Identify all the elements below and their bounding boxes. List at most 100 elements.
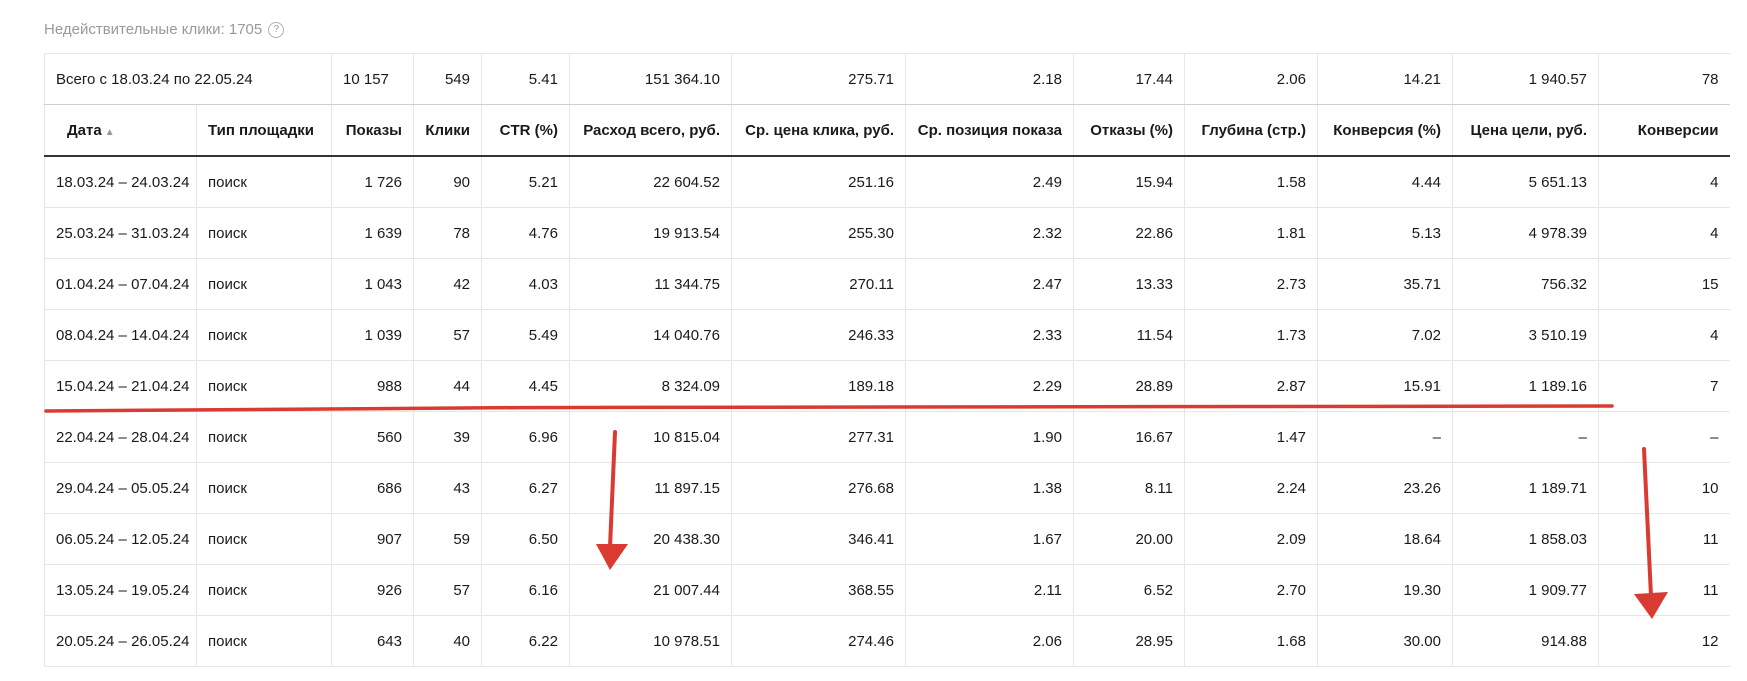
column-header[interactable]: CTR (%) [481,104,570,157]
question-circle-icon[interactable]: ? [268,21,285,38]
table-cell: 5.21 [481,156,570,208]
column-header-label: Ср. позиция показа [917,121,1062,139]
table-cell: 1 909.77 [1452,564,1599,616]
table-cell: 5.49 [481,309,570,361]
table-cell: 1 858.03 [1452,513,1599,565]
table-header: Дата ▲ Тип площадки Показы Клики CTR (%) Расхо… [44,104,1730,157]
column-header[interactable]: Клики [413,104,482,157]
total-value: 549 [413,53,482,105]
column-header[interactable]: Конверсия (%) [1317,104,1453,157]
statistics-table: Всего с 18.03.24 по 22.05.24 10 157 549 5.… [44,53,1730,667]
table-row: 15.04.24 – 21.04.24 поиск 988 44 4.45 8 324.0… [44,360,1730,412]
table-cell: поиск [196,564,332,616]
table-cell: 1.58 [1184,156,1318,208]
table-cell: 4.44 [1317,156,1453,208]
table-cell: 988 [331,360,414,412]
table-cell: 13.05.24 – 19.05.24 [44,564,197,616]
table-cell: 255.30 [731,207,906,259]
table-cell: 277.31 [731,411,906,463]
table-cell: 90 [413,156,482,208]
table-cell: 16.67 [1073,411,1185,463]
column-header[interactable]: Дата ▲ [44,104,197,157]
table-cell: поиск [196,156,332,208]
table-cell: 189.18 [731,360,906,412]
table-cell: 4 [1598,207,1730,259]
table-row: 13.05.24 – 19.05.24 поиск 926 57 6.16 21 007.… [44,564,1730,616]
table-cell: 78 [413,207,482,259]
table-cell: 18.64 [1317,513,1453,565]
table-cell: 5.13 [1317,207,1453,259]
column-header[interactable]: Цена цели, руб. [1452,104,1599,157]
sort-ascending-icon[interactable]: ▲ [105,127,115,138]
table-cell: 59 [413,513,482,565]
table-cell: 11 344.75 [569,258,732,310]
table-cell: 15.91 [1317,360,1453,412]
table-cell: 1.38 [905,462,1074,514]
column-header[interactable]: Глубина (стр.) [1184,104,1318,157]
table-cell: 3 510.19 [1452,309,1599,361]
table-cell: 42 [413,258,482,310]
table-cell: 5 651.13 [1452,156,1599,208]
table-cell: 2.24 [1184,462,1318,514]
table-cell: 57 [413,309,482,361]
column-header-label: Дата [67,121,102,139]
table-cell: поиск [196,207,332,259]
table-cell: 1.47 [1184,411,1318,463]
total-value: 78 [1598,53,1730,105]
table-cell: 22.86 [1073,207,1185,259]
table-cell: 8.11 [1073,462,1185,514]
table-cell: 1.90 [905,411,1074,463]
table-row: 08.04.24 – 14.04.24 поиск 1 039 57 5.49 14 04… [44,309,1730,361]
table-row: 01.04.24 – 07.04.24 поиск 1 043 42 4.03 11 34… [44,258,1730,310]
table-cell: 1.68 [1184,615,1318,667]
table-cell: 1 726 [331,156,414,208]
column-header-label: Показы [345,121,402,139]
column-header[interactable]: Отказы (%) [1073,104,1185,157]
invalid-clicks-label: Недействительные клики: 1705 [44,21,263,38]
column-header[interactable]: Ср. позиция показа [905,104,1074,157]
table-cell: – [1598,411,1730,463]
table-cell: 2.11 [905,564,1074,616]
column-header[interactable]: Ср. цена клика, руб. [731,104,906,157]
table-cell: 346.41 [731,513,906,565]
table-cell: 30.00 [1317,615,1453,667]
table-cell: 1.81 [1184,207,1318,259]
table-cell: 686 [331,462,414,514]
table-cell: 08.04.24 – 14.04.24 [44,309,197,361]
table-cell: 39 [413,411,482,463]
table-cell: 251.16 [731,156,906,208]
table-cell: поиск [196,258,332,310]
table-cell: 4.03 [481,258,570,310]
table-cell: 246.33 [731,309,906,361]
table-cell: 1 189.71 [1452,462,1599,514]
column-header-label: Отказы (%) [1090,121,1173,139]
table-cell: 1 039 [331,309,414,361]
table-cell: 560 [331,411,414,463]
table-cell: 907 [331,513,414,565]
table-cell: 274.46 [731,615,906,667]
table-cell: 22 604.52 [569,156,732,208]
table-cell: 10 [1598,462,1730,514]
table-cell: 43 [413,462,482,514]
table-cell: 1 043 [331,258,414,310]
table-cell: 22.04.24 – 28.04.24 [44,411,197,463]
table-cell: – [1452,411,1599,463]
table-cell: 6.52 [1073,564,1185,616]
table-cell: 11 [1598,513,1730,565]
table-cell: 2.06 [905,615,1074,667]
table-cell: 926 [331,564,414,616]
table-cell: 10 978.51 [569,615,732,667]
table-row: 18.03.24 – 24.03.24 поиск 1 726 90 5.21 22 60… [44,156,1730,208]
table-cell: 276.68 [731,462,906,514]
table-cell: 2.49 [905,156,1074,208]
column-header[interactable]: Показы [331,104,414,157]
column-header[interactable]: Тип площадки [196,104,332,157]
column-header[interactable]: Конверсии [1598,104,1730,157]
column-header[interactable]: Расход всего, руб. [569,104,732,157]
table-cell: 21 007.44 [569,564,732,616]
total-value: 275.71 [731,53,906,105]
table-cell: 6.27 [481,462,570,514]
table-cell: 25.03.24 – 31.03.24 [44,207,197,259]
table-row: 20.05.24 – 26.05.24 поиск 643 40 6.22 10 978.… [44,615,1730,667]
table-cell: 15 [1598,258,1730,310]
